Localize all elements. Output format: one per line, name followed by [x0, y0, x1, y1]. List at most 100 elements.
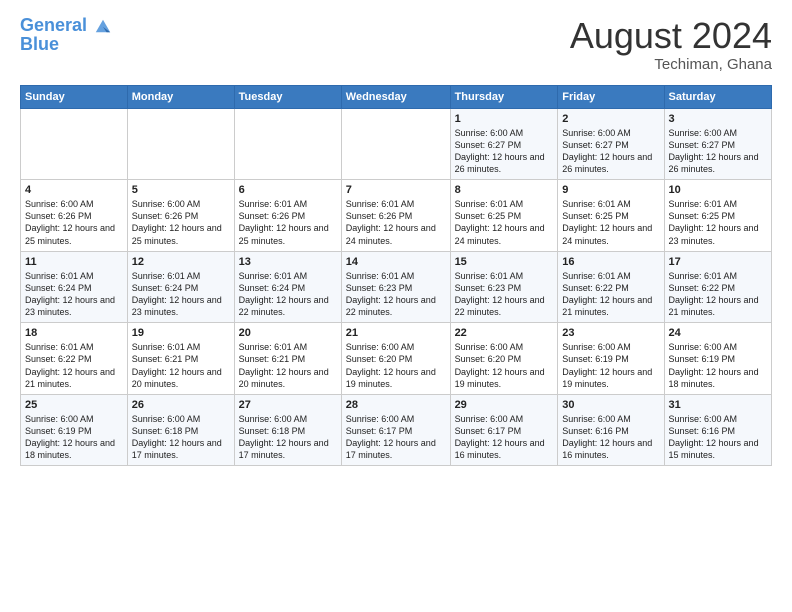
day-cell	[127, 108, 234, 180]
day-number: 14	[346, 256, 446, 268]
week-row-3: 11 Sunrise: 6:01 AM Sunset: 6:24 PM Dayli…	[21, 251, 772, 323]
day-cell: 3 Sunrise: 6:00 AM Sunset: 6:27 PM Daylig…	[664, 108, 771, 180]
day-number: 13	[239, 256, 337, 268]
day-cell: 7 Sunrise: 6:01 AM Sunset: 6:26 PM Daylig…	[341, 180, 450, 252]
day-number: 25	[25, 399, 123, 411]
col-header-monday: Monday	[127, 85, 234, 108]
day-info: Sunrise: 6:01 AM Sunset: 6:25 PM Dayligh…	[669, 198, 767, 247]
header-row: SundayMondayTuesdayWednesdayThursdayFrid…	[21, 85, 772, 108]
col-header-wednesday: Wednesday	[341, 85, 450, 108]
day-info: Sunrise: 6:00 AM Sunset: 6:27 PM Dayligh…	[562, 127, 659, 176]
month-title: August 2024	[570, 16, 772, 56]
day-number: 3	[669, 113, 767, 125]
day-number: 12	[132, 256, 230, 268]
day-cell	[341, 108, 450, 180]
week-row-1: 1 Sunrise: 6:00 AM Sunset: 6:27 PM Daylig…	[21, 108, 772, 180]
day-number: 31	[669, 399, 767, 411]
day-number: 29	[455, 399, 554, 411]
day-info: Sunrise: 6:00 AM Sunset: 6:18 PM Dayligh…	[239, 413, 337, 462]
day-cell: 26 Sunrise: 6:00 AM Sunset: 6:18 PM Dayli…	[127, 394, 234, 466]
day-cell: 5 Sunrise: 6:00 AM Sunset: 6:26 PM Daylig…	[127, 180, 234, 252]
logo-text: General	[20, 16, 112, 36]
day-number: 18	[25, 327, 123, 339]
day-cell: 8 Sunrise: 6:01 AM Sunset: 6:25 PM Daylig…	[450, 180, 558, 252]
day-info: Sunrise: 6:01 AM Sunset: 6:24 PM Dayligh…	[132, 270, 230, 319]
day-info: Sunrise: 6:00 AM Sunset: 6:26 PM Dayligh…	[25, 198, 123, 247]
week-row-4: 18 Sunrise: 6:01 AM Sunset: 6:22 PM Dayli…	[21, 323, 772, 395]
day-info: Sunrise: 6:00 AM Sunset: 6:20 PM Dayligh…	[455, 341, 554, 390]
day-number: 6	[239, 184, 337, 196]
day-cell	[234, 108, 341, 180]
day-number: 5	[132, 184, 230, 196]
day-cell: 21 Sunrise: 6:00 AM Sunset: 6:20 PM Dayli…	[341, 323, 450, 395]
day-info: Sunrise: 6:01 AM Sunset: 6:24 PM Dayligh…	[25, 270, 123, 319]
day-number: 11	[25, 256, 123, 268]
day-cell: 6 Sunrise: 6:01 AM Sunset: 6:26 PM Daylig…	[234, 180, 341, 252]
title-block: August 2024 Techiman, Ghana	[570, 16, 772, 73]
day-cell: 23Sunrise: 6:00 AM Sunset: 6:19 PM Dayli…	[558, 323, 664, 395]
day-cell: 27 Sunrise: 6:00 AM Sunset: 6:18 PM Dayli…	[234, 394, 341, 466]
day-number: 16	[562, 256, 659, 268]
day-info: Sunrise: 6:01 AM Sunset: 6:25 PM Dayligh…	[562, 198, 659, 247]
day-cell: 15 Sunrise: 6:01 AM Sunset: 6:23 PM Dayli…	[450, 251, 558, 323]
day-info: Sunrise: 6:01 AM Sunset: 6:21 PM Dayligh…	[239, 341, 337, 390]
day-info: Sunrise: 6:00 AM Sunset: 6:20 PM Dayligh…	[346, 341, 446, 390]
day-cell: 31 Sunrise: 6:00 AM Sunset: 6:16 PM Dayli…	[664, 394, 771, 466]
day-number: 1	[455, 113, 554, 125]
day-cell: 22Sunrise: 6:00 AM Sunset: 6:20 PM Dayli…	[450, 323, 558, 395]
day-cell: 12 Sunrise: 6:01 AM Sunset: 6:24 PM Dayli…	[127, 251, 234, 323]
day-number: 7	[346, 184, 446, 196]
day-info: Sunrise: 6:01 AM Sunset: 6:21 PM Dayligh…	[132, 341, 230, 390]
day-info: Sunrise: 6:00 AM Sunset: 6:19 PM Dayligh…	[669, 341, 767, 390]
day-cell: 25 Sunrise: 6:00 AM Sunset: 6:19 PM Dayli…	[21, 394, 128, 466]
day-number: 23	[562, 327, 659, 339]
day-info: Sunrise: 6:01 AM Sunset: 6:22 PM Dayligh…	[562, 270, 659, 319]
day-cell: 17Sunrise: 6:01 AM Sunset: 6:22 PM Dayli…	[664, 251, 771, 323]
day-info: Sunrise: 6:01 AM Sunset: 6:26 PM Dayligh…	[346, 198, 446, 247]
day-info: Sunrise: 6:01 AM Sunset: 6:22 PM Dayligh…	[25, 341, 123, 390]
col-header-friday: Friday	[558, 85, 664, 108]
day-cell: 4Sunrise: 6:00 AM Sunset: 6:26 PM Daylig…	[21, 180, 128, 252]
day-cell: 16 Sunrise: 6:01 AM Sunset: 6:22 PM Dayli…	[558, 251, 664, 323]
day-info: Sunrise: 6:01 AM Sunset: 6:24 PM Dayligh…	[239, 270, 337, 319]
day-number: 27	[239, 399, 337, 411]
day-number: 30	[562, 399, 659, 411]
week-row-5: 25 Sunrise: 6:00 AM Sunset: 6:19 PM Dayli…	[21, 394, 772, 466]
day-cell: 14Sunrise: 6:01 AM Sunset: 6:23 PM Dayli…	[341, 251, 450, 323]
day-info: Sunrise: 6:00 AM Sunset: 6:16 PM Dayligh…	[562, 413, 659, 462]
calendar-table: SundayMondayTuesdayWednesdayThursdayFrid…	[20, 85, 772, 467]
day-info: Sunrise: 6:01 AM Sunset: 6:26 PM Dayligh…	[239, 198, 337, 247]
day-number: 2	[562, 113, 659, 125]
logo-icon	[94, 17, 112, 35]
page: General Blue August 2024 Techiman, Ghana…	[0, 0, 792, 476]
day-info: Sunrise: 6:00 AM Sunset: 6:26 PM Dayligh…	[132, 198, 230, 247]
day-number: 20	[239, 327, 337, 339]
day-info: Sunrise: 6:00 AM Sunset: 6:18 PM Dayligh…	[132, 413, 230, 462]
day-number: 10	[669, 184, 767, 196]
header: General Blue August 2024 Techiman, Ghana	[20, 16, 772, 73]
day-cell: 1Sunrise: 6:00 AM Sunset: 6:27 PM Daylig…	[450, 108, 558, 180]
day-info: Sunrise: 6:00 AM Sunset: 6:16 PM Dayligh…	[669, 413, 767, 462]
day-cell: 28Sunrise: 6:00 AM Sunset: 6:17 PM Dayli…	[341, 394, 450, 466]
col-header-saturday: Saturday	[664, 85, 771, 108]
day-cell: 2 Sunrise: 6:00 AM Sunset: 6:27 PM Daylig…	[558, 108, 664, 180]
day-number: 9	[562, 184, 659, 196]
col-header-thursday: Thursday	[450, 85, 558, 108]
day-number: 26	[132, 399, 230, 411]
day-info: Sunrise: 6:01 AM Sunset: 6:25 PM Dayligh…	[455, 198, 554, 247]
day-cell: 18 Sunrise: 6:01 AM Sunset: 6:22 PM Dayli…	[21, 323, 128, 395]
col-header-tuesday: Tuesday	[234, 85, 341, 108]
day-number: 8	[455, 184, 554, 196]
logo-line2: Blue	[20, 34, 112, 55]
day-info: Sunrise: 6:00 AM Sunset: 6:27 PM Dayligh…	[669, 127, 767, 176]
day-cell: 30 Sunrise: 6:00 AM Sunset: 6:16 PM Dayli…	[558, 394, 664, 466]
day-cell: 9 Sunrise: 6:01 AM Sunset: 6:25 PM Daylig…	[558, 180, 664, 252]
day-number: 21	[346, 327, 446, 339]
day-cell: 13 Sunrise: 6:01 AM Sunset: 6:24 PM Dayli…	[234, 251, 341, 323]
week-row-2: 4Sunrise: 6:00 AM Sunset: 6:26 PM Daylig…	[21, 180, 772, 252]
day-info: Sunrise: 6:00 AM Sunset: 6:19 PM Dayligh…	[25, 413, 123, 462]
day-cell: 20 Sunrise: 6:01 AM Sunset: 6:21 PM Dayli…	[234, 323, 341, 395]
day-info: Sunrise: 6:01 AM Sunset: 6:23 PM Dayligh…	[455, 270, 554, 319]
day-number: 15	[455, 256, 554, 268]
subtitle: Techiman, Ghana	[570, 56, 772, 73]
